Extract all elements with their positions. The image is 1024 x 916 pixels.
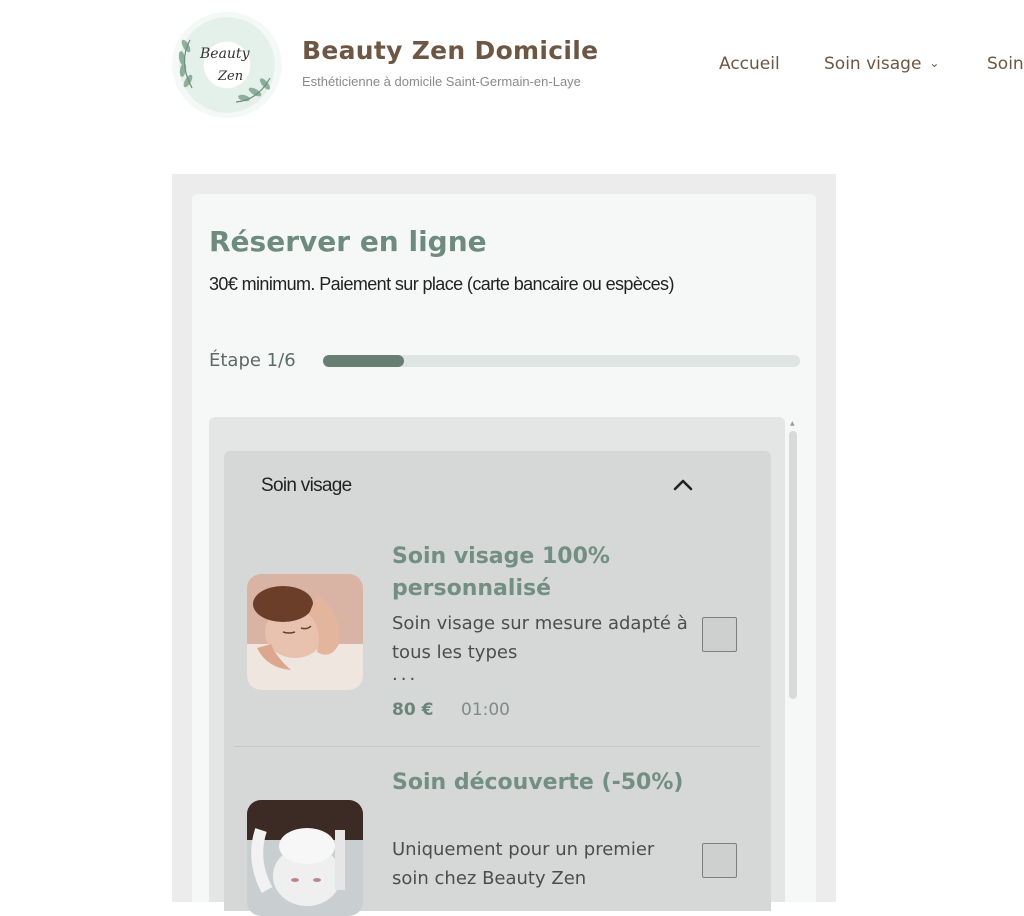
progress-bar-fill — [323, 355, 405, 367]
service-more-ellipsis[interactable]: ... — [392, 664, 418, 685]
svg-text:Zen: Zen — [217, 69, 243, 84]
service-name: Soin visage 100% personnalisé — [392, 544, 610, 601]
site-logo[interactable]: Beauty Zen — [172, 12, 282, 118]
category-title[interactable]: Soin visage — [261, 475, 352, 497]
site-tagline: Esthéticienne à domicile Saint-Germain-e… — [302, 74, 581, 89]
nav-body-care-label: Soin — [987, 54, 1024, 74]
site-title[interactable]: Beauty Zen Domicile — [302, 36, 598, 65]
service-thumbnail — [247, 574, 363, 690]
booking-title: Réserver en ligne — [209, 225, 487, 258]
progress-bar — [323, 355, 800, 367]
scroll-up-arrow-icon[interactable]: ▲ — [790, 420, 795, 427]
booking-subtitle: 30€ minimum. Paiement sur place (carte b… — [209, 274, 674, 294]
service-select-checkbox[interactable] — [702, 843, 737, 878]
nav-face-care-label: Soin visage — [824, 54, 922, 74]
service-duration: 01:00 — [461, 700, 510, 720]
nav-item-body-care[interactable]: Soin — [987, 54, 1024, 74]
service-thumbnail — [247, 800, 363, 916]
service-select-checkbox[interactable] — [702, 617, 737, 652]
svg-text:Beauty: Beauty — [199, 46, 251, 62]
scrollbar-thumb[interactable] — [789, 431, 797, 699]
service-divider — [234, 746, 760, 747]
service-price: 80 € — [392, 700, 434, 720]
chevron-up-icon[interactable] — [672, 474, 694, 496]
chevron-down-icon: ⌄ — [929, 56, 940, 70]
service-name: Soin découverte (-50%) — [392, 770, 684, 795]
step-indicator: Étape 1/6 — [209, 350, 296, 371]
nav-home-label: Accueil — [719, 54, 780, 74]
nav-item-home[interactable]: Accueil — [719, 54, 780, 74]
nav-item-face-care[interactable]: Soin visage ⌄ — [824, 54, 939, 74]
service-description: Uniquement pour un premier soin chez Bea… — [392, 839, 655, 889]
service-description: Soin visage sur mesure adapté à tous les… — [392, 613, 688, 663]
